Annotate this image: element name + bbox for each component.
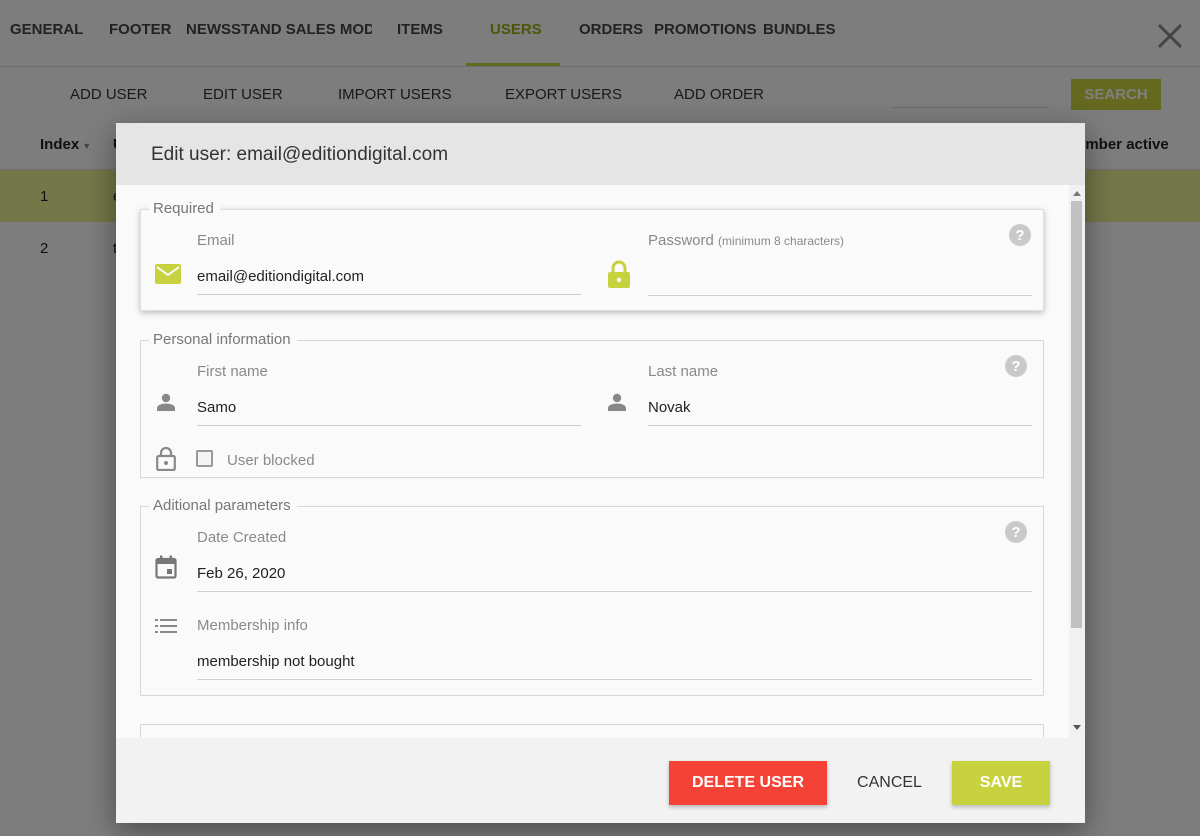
scroll-up-arrow-icon[interactable] [1073, 191, 1081, 196]
last-name-field[interactable]: Novak [648, 399, 691, 416]
help-icon[interactable]: ? [1009, 224, 1031, 246]
first-name-underline [197, 425, 581, 426]
membership-info-underline [197, 679, 1032, 680]
delete-user-button[interactable]: DELETE USER [669, 761, 827, 805]
dialog-title: Edit user: email@editiondigital.com [151, 144, 449, 165]
dialog-header: Edit user: email@editiondigital.com [116, 123, 1085, 185]
date-created-label: Date Created [197, 529, 287, 546]
save-button[interactable]: SAVE [952, 761, 1050, 805]
first-name-field[interactable]: Samo [197, 399, 236, 416]
password-label: Password (minimum 8 characters) [648, 232, 844, 249]
calendar-icon [155, 555, 177, 579]
password-label-text: Password [648, 232, 714, 249]
date-created-underline [197, 591, 1032, 592]
password-hint: (minimum 8 characters) [718, 234, 845, 248]
section-legend: Aditional parameters [149, 497, 297, 514]
membership-info-label: Membership info [197, 617, 308, 634]
additional-parameters-section: Aditional parameters ? Date Created Feb … [140, 497, 1044, 696]
date-created-field[interactable]: Feb 26, 2020 [197, 565, 285, 582]
scroll-down-arrow-icon[interactable] [1073, 725, 1081, 730]
required-section: Required ? Email email@editiondigital.co… [140, 200, 1044, 311]
unlock-icon [156, 446, 176, 471]
user-blocked-label: User blocked [227, 452, 315, 469]
edit-user-dialog: Edit user: email@editiondigital.com Requ… [116, 123, 1085, 823]
scrollbar-thumb[interactable] [1071, 201, 1082, 628]
next-section [140, 724, 1044, 738]
section-legend: Required [149, 200, 220, 217]
membership-info-field[interactable]: membership not bought [197, 653, 355, 670]
list-icon [155, 619, 177, 633]
email-icon [155, 264, 181, 284]
email-field-underline [197, 294, 581, 295]
lock-icon [608, 260, 630, 288]
email-field[interactable]: email@editiondigital.com [197, 268, 364, 285]
person-icon [608, 393, 626, 411]
email-label: Email [197, 232, 235, 249]
personal-information-section: Personal information ? First name Samo L… [140, 331, 1044, 478]
last-name-label: Last name [648, 363, 719, 380]
dialog-body[interactable]: Required ? Email email@editiondigital.co… [116, 185, 1085, 738]
user-blocked-checkbox[interactable] [196, 450, 213, 467]
password-field-underline [648, 295, 1032, 296]
dialog-footer: DELETE USER CANCEL SAVE [116, 738, 1085, 823]
section-legend: Personal information [149, 331, 297, 348]
help-icon[interactable]: ? [1005, 355, 1027, 377]
last-name-underline [648, 425, 1032, 426]
first-name-label: First name [197, 363, 268, 380]
help-icon[interactable]: ? [1005, 521, 1027, 543]
person-icon [157, 393, 175, 411]
cancel-button[interactable]: CANCEL [849, 761, 930, 805]
